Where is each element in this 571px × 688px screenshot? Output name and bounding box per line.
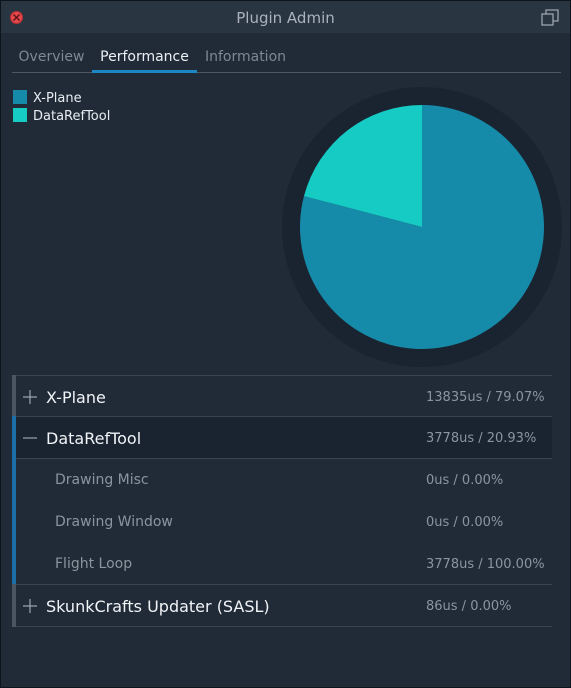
plugin-performance-table: X-Plane 13835us / 79.07% DataRefTool 377…	[12, 375, 552, 627]
legend-label: DataRefTool	[33, 109, 111, 124]
row-accent	[12, 584, 16, 627]
title-bar[interactable]: Plugin Admin	[1, 1, 570, 33]
table-row[interactable]: DataRefTool 3778us / 20.93%	[12, 416, 552, 459]
table-child-row: Drawing Window 0us / 0.00%	[12, 500, 552, 544]
collapse-minus-icon[interactable]	[22, 430, 38, 446]
row-value: 86us / 0.00%	[426, 599, 512, 614]
table-row[interactable]: SkunkCrafts Updater (SASL) 86us / 0.00%	[12, 584, 552, 627]
row-value: 0us / 0.00%	[426, 515, 504, 530]
row-accent	[12, 416, 16, 459]
table-row[interactable]: X-Plane 13835us / 79.07%	[12, 375, 552, 417]
row-value: 0us / 0.00%	[426, 473, 504, 488]
table-child-row: Drawing Misc 0us / 0.00%	[12, 458, 552, 502]
expand-plus-icon[interactable]	[22, 598, 38, 614]
tab-information[interactable]: Information	[197, 45, 294, 71]
plugin-admin-window: Plugin Admin Overview Performance Inform…	[0, 0, 571, 688]
row-accent	[12, 500, 16, 544]
tab-overview[interactable]: Overview	[12, 45, 91, 71]
legend-swatch	[13, 90, 27, 104]
row-name: Flight Loop	[55, 556, 133, 572]
row-name: X-Plane	[46, 388, 106, 407]
row-accent	[12, 542, 16, 585]
row-name: DataRefTool	[46, 429, 142, 448]
row-value: 3778us / 100.00%	[426, 557, 545, 572]
table-child-row: Flight Loop 3778us / 100.00%	[12, 542, 552, 585]
tab-bar: Overview Performance Information	[12, 45, 561, 73]
row-accent	[12, 375, 16, 417]
expand-plus-icon[interactable]	[22, 389, 38, 405]
window-title: Plugin Admin	[236, 9, 335, 27]
legend-label: X-Plane	[33, 91, 82, 106]
row-name: Drawing Window	[55, 514, 173, 530]
popout-window-icon[interactable]	[541, 9, 559, 26]
row-value: 3778us / 20.93%	[426, 431, 537, 446]
row-accent	[12, 458, 16, 502]
row-name: SkunkCrafts Updater (SASL)	[46, 597, 270, 616]
row-name: Drawing Misc	[55, 472, 149, 488]
legend-swatch	[13, 108, 27, 122]
performance-pie-chart	[282, 87, 562, 367]
row-value: 13835us / 79.07%	[426, 390, 545, 405]
tab-performance[interactable]: Performance	[92, 45, 197, 73]
